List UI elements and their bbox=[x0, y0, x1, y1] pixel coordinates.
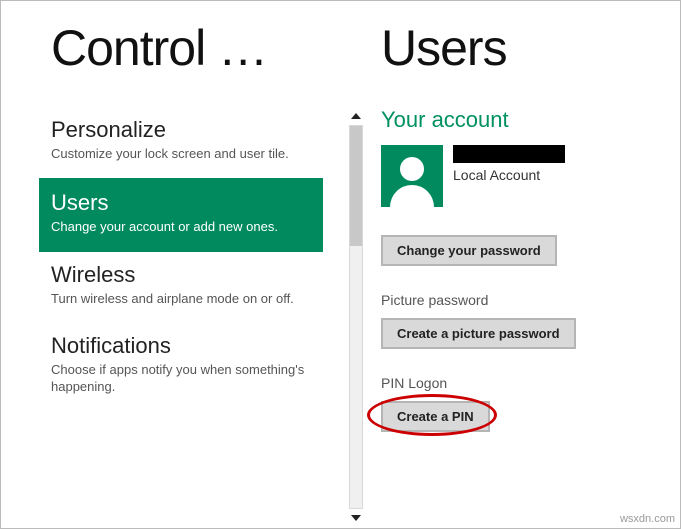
scroll-track[interactable] bbox=[349, 125, 363, 509]
account-row: Local Account bbox=[381, 145, 660, 207]
page-title-right: Users bbox=[381, 19, 660, 77]
picture-password-label: Picture password bbox=[381, 292, 660, 308]
create-pin-button[interactable]: Create a PIN bbox=[381, 401, 490, 432]
sidebar-item-desc: Choose if apps notify you when something… bbox=[51, 361, 311, 396]
avatar-icon bbox=[381, 145, 443, 207]
sidebar-list: Personalize Customize your lock screen a… bbox=[51, 107, 323, 411]
sidebar-item-wireless[interactable]: Wireless Turn wireless and airplane mode… bbox=[51, 252, 323, 323]
sidebar-item-users[interactable]: Users Change your account or add new one… bbox=[39, 178, 323, 253]
page-title-left: Control … bbox=[51, 19, 351, 77]
sidebar-item-personalize[interactable]: Personalize Customize your lock screen a… bbox=[51, 107, 323, 178]
create-picture-password-button[interactable]: Create a picture password bbox=[381, 318, 576, 349]
account-type-label: Local Account bbox=[453, 167, 660, 183]
sidebar-item-desc: Change your account or add new ones. bbox=[51, 218, 311, 236]
sidebar-item-notifications[interactable]: Notifications Choose if apps notify you … bbox=[51, 323, 323, 411]
sidebar-item-title: Notifications bbox=[51, 333, 311, 359]
watermark: wsxdn.com bbox=[620, 513, 675, 525]
sidebar-item-title: Personalize bbox=[51, 117, 311, 143]
scrollbar[interactable] bbox=[347, 107, 365, 527]
your-account-header: Your account bbox=[381, 107, 660, 133]
sidebar-item-desc: Customize your lock screen and user tile… bbox=[51, 145, 311, 163]
sidebar-item-title: Users bbox=[51, 190, 311, 216]
sidebar-item-title: Wireless bbox=[51, 262, 311, 288]
scroll-thumb[interactable] bbox=[350, 126, 362, 246]
change-password-button[interactable]: Change your password bbox=[381, 235, 557, 266]
sidebar-item-desc: Turn wireless and airplane mode on or of… bbox=[51, 290, 311, 308]
scroll-down-arrow[interactable] bbox=[347, 509, 365, 527]
pin-logon-label: PIN Logon bbox=[381, 375, 660, 391]
account-name-redacted bbox=[453, 145, 565, 163]
scroll-up-arrow[interactable] bbox=[347, 107, 365, 125]
